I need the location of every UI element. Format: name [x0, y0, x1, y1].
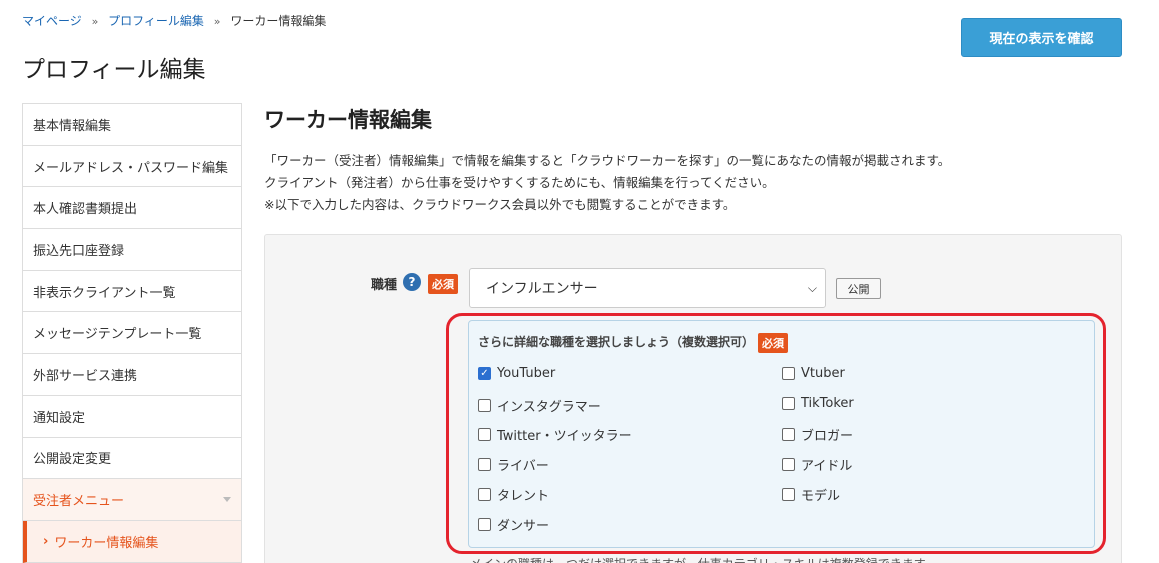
checkbox-instagramer[interactable]: インスタグラマー [478, 396, 601, 415]
checkbox-vtuber[interactable]: Vtuber [782, 366, 845, 381]
checkbox-checked-icon[interactable]: ✓ [478, 367, 491, 380]
job-select-value: インフルエンサー [486, 281, 598, 297]
checkbox-model[interactable]: モデル [782, 485, 840, 504]
breadcrumb-separator: » [213, 15, 221, 28]
description-line: ※以下で入力した内容は、クラウドワークス会員以外でも閲覧することができます。 [264, 197, 736, 212]
checkbox-icon[interactable] [782, 367, 795, 380]
sidebar-item-identity-docs[interactable]: 本人確認書類提出 [23, 187, 241, 230]
checkbox-icon[interactable] [478, 428, 491, 441]
breadcrumb-separator: » [91, 15, 99, 28]
sidebar-item-bank-account[interactable]: 振込先口座登録 [23, 229, 241, 271]
checkbox-icon[interactable] [782, 397, 795, 410]
required-badge: 必須 [428, 274, 458, 294]
detail-job-title: さらに詳細な職種を選択しましょう（複数選択可） [478, 335, 755, 349]
checkbox-label: モデル [801, 489, 841, 504]
sidebar-item-message-templates[interactable]: メッセージテンプレート一覧 [23, 312, 241, 355]
caret-down-icon [223, 497, 231, 503]
checkbox-youtuber[interactable]: ✓ YouTuber [478, 366, 555, 381]
checkbox-label: ブロガー [801, 429, 854, 444]
sidebar: 基本情報編集 メールアドレス・パスワード編集 本人確認書類提出 振込先口座登録 … [22, 103, 242, 563]
sidebar-item-hidden-clients[interactable]: 非表示クライアント一覧 [23, 271, 241, 313]
breadcrumb-profile-link[interactable]: プロフィール編集 [108, 14, 204, 28]
help-icon[interactable]: ? [403, 273, 421, 291]
sidebar-item-external-services[interactable]: 外部サービス連携 [23, 354, 241, 396]
checkbox-tiktoker[interactable]: TikToker [782, 396, 854, 411]
sidebar-item-worker-info[interactable]: › ワーカー情報編集 [23, 520, 241, 563]
checkbox-label: TikToker [801, 396, 854, 411]
checkbox-twitter[interactable]: Twitter・ツイッタラー [478, 425, 632, 444]
checkbox-talent[interactable]: タレント [478, 485, 549, 504]
checkbox-icon[interactable] [478, 399, 491, 412]
checkbox-label: Vtuber [801, 366, 845, 381]
checkbox-icon[interactable] [782, 458, 795, 471]
sidebar-item-basic-info[interactable]: 基本情報編集 [23, 104, 241, 146]
checkbox-icon[interactable] [782, 488, 795, 501]
section-title: ワーカー情報編集 [264, 108, 432, 132]
job-select[interactable]: インフルエンサー ⌵ [469, 268, 826, 308]
sidebar-section-label: 受注者メニュー [33, 494, 125, 510]
checkbox-idol[interactable]: アイドル [782, 455, 852, 474]
sidebar-item-public-settings[interactable]: 公開設定変更 [23, 438, 241, 480]
checkbox-label: Twitter・ツイッタラー [497, 429, 632, 444]
checkbox-blogger[interactable]: ブロガー [782, 425, 853, 444]
checkbox-icon[interactable] [478, 488, 491, 501]
chevron-down-icon: ⌵ [807, 281, 817, 295]
checkbox-label: YouTuber [497, 366, 556, 381]
public-button[interactable]: 公開 [836, 278, 881, 299]
sidebar-item-email-password[interactable]: メールアドレス・パスワード編集 [23, 146, 241, 188]
breadcrumb: マイページ » プロフィール編集 » ワーカー情報編集 [22, 12, 326, 29]
sidebar-item-label: ワーカー情報編集 [54, 535, 159, 551]
description-line: 「ワーカー（受注者）情報編集」で情報を編集すると「クラウドワーカーを探す」の一覧… [264, 153, 951, 168]
checkbox-label: アイドル [801, 459, 853, 474]
checkbox-label: インスタグラマー [497, 400, 601, 415]
required-badge: 必須 [758, 333, 788, 353]
checkbox-icon[interactable] [478, 458, 491, 471]
sidebar-section-worker-menu[interactable]: 受注者メニュー [23, 479, 241, 521]
job-label: 職種 [371, 278, 398, 293]
checkbox-label: タレント [497, 489, 550, 504]
checkbox-icon[interactable] [478, 518, 491, 531]
job-note: メインの職種は一つだけ選択できますが、仕事カテゴリ・スキルは複数登録できます。 [470, 555, 937, 563]
description: 「ワーカー（受注者）情報編集」で情報を編集すると「クラウドワーカーを探す」の一覧… [264, 150, 950, 216]
page-title: プロフィール編集 [22, 57, 206, 83]
checkbox-dancer[interactable]: ダンサー [478, 515, 549, 534]
description-line: クライアント（発注者）から仕事を受けやすくするためにも、情報編集を行ってください… [264, 175, 775, 190]
confirm-display-button[interactable]: 現在の表示を確認 [961, 18, 1122, 57]
breadcrumb-mypage-link[interactable]: マイページ [22, 14, 82, 28]
checkbox-icon[interactable] [782, 428, 795, 441]
checkbox-liver[interactable]: ライバー [478, 455, 549, 474]
sidebar-item-notifications[interactable]: 通知設定 [23, 396, 241, 438]
breadcrumb-current: ワーカー情報編集 [230, 14, 327, 28]
checkbox-label: ダンサー [497, 519, 550, 534]
checkbox-label: ライバー [497, 459, 549, 474]
chevron-right-icon: › [43, 533, 49, 549]
